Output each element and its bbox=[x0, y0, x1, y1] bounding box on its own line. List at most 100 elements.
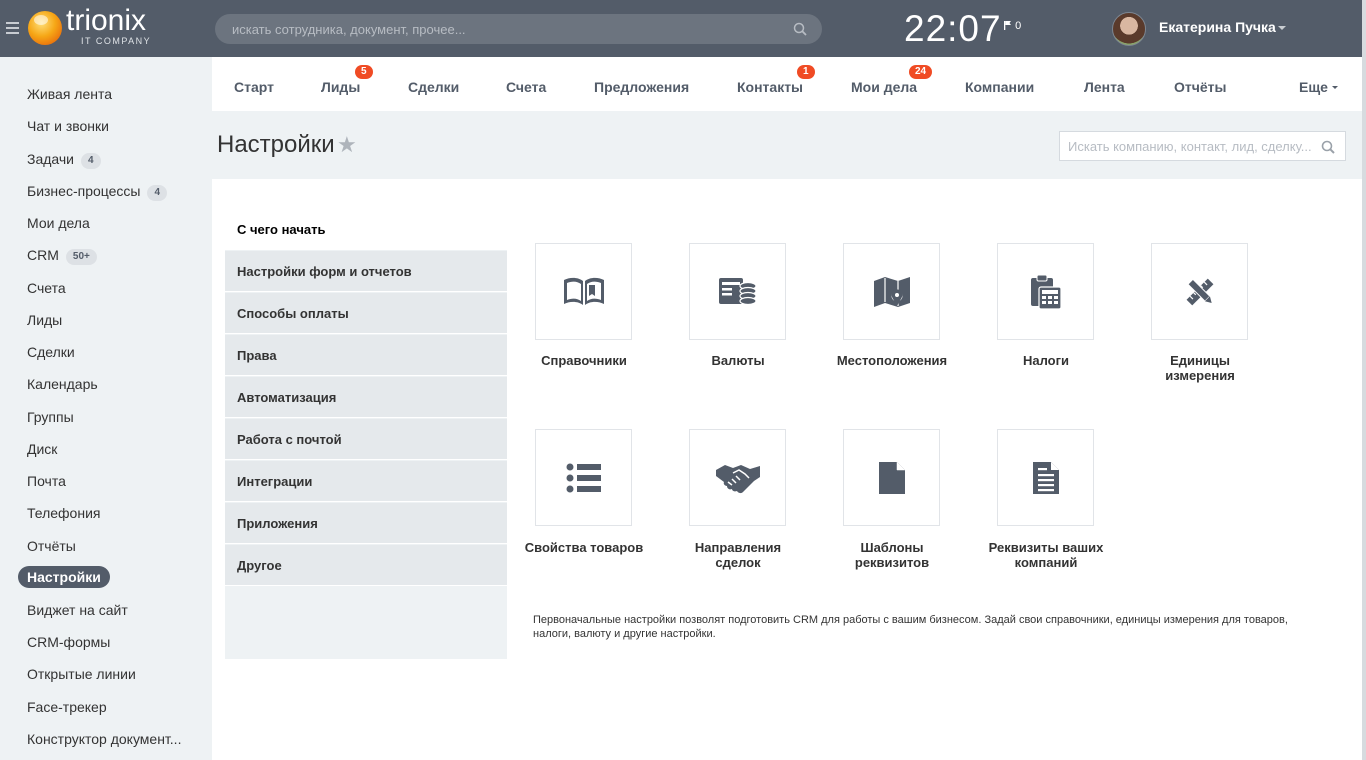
sidebar-item[interactable]: CRM 50+ bbox=[18, 244, 106, 266]
settings-nav-item[interactable]: Автоматизация bbox=[225, 377, 507, 418]
tab[interactable]: Предложения bbox=[594, 79, 689, 95]
search-icon[interactable] bbox=[1321, 140, 1335, 154]
tab[interactable]: Компании bbox=[965, 79, 1034, 95]
search-icon[interactable] bbox=[793, 22, 807, 36]
handshake-icon bbox=[715, 461, 761, 495]
tab[interactable]: Еще bbox=[1299, 79, 1338, 95]
sidebar-item[interactable]: Календарь bbox=[18, 373, 107, 395]
settings-tile-label[interactable]: Валюты bbox=[663, 353, 813, 368]
currency-icon bbox=[718, 276, 758, 308]
sidebar-item[interactable]: Виджет на сайт bbox=[18, 599, 137, 621]
settings-tile-label[interactable]: Единицы измерения bbox=[1140, 353, 1260, 383]
sidebar-item[interactable]: Чат и звонки bbox=[18, 115, 118, 137]
sidebar-item[interactable]: Задачи 4 bbox=[18, 148, 110, 170]
settings-nav-item[interactable]: С чего начать bbox=[225, 209, 507, 250]
settings-nav-item[interactable]: Другое bbox=[225, 545, 507, 586]
notifications[interactable]: 0 bbox=[1004, 20, 1021, 32]
sidebar-item[interactable]: Мои дела bbox=[18, 212, 99, 234]
tab-label: Сделки bbox=[408, 79, 460, 95]
settings-tile[interactable] bbox=[843, 429, 940, 526]
settings-tile[interactable] bbox=[843, 243, 940, 340]
sidebar-item[interactable]: Счета bbox=[18, 277, 75, 299]
menu-toggle-icon[interactable] bbox=[6, 22, 19, 34]
sidebar-item[interactable]: Телефония bbox=[18, 502, 109, 524]
sidebar-item[interactable]: Группы bbox=[18, 406, 83, 428]
book-icon bbox=[562, 276, 606, 308]
settings-tile[interactable] bbox=[997, 429, 1094, 526]
settings-nav-item[interactable]: Интеграции bbox=[225, 461, 507, 502]
settings-tile[interactable] bbox=[535, 243, 632, 340]
settings-description: Первоначальные настройки позволят подгот… bbox=[533, 614, 1288, 640]
settings-nav-item[interactable]: Приложения bbox=[225, 503, 507, 544]
settings-nav-item[interactable]: Настройки форм и отчетов bbox=[225, 251, 507, 292]
tab[interactable]: Лента bbox=[1084, 79, 1125, 95]
sidebar-item[interactable]: Живая лента bbox=[18, 83, 121, 105]
settings-tile-label[interactable]: Налоги bbox=[971, 353, 1121, 368]
sidebar-item-label: Открытые линии bbox=[27, 666, 136, 682]
logo-text[interactable]: trionix bbox=[66, 6, 146, 36]
tab-label: Предложения bbox=[594, 79, 690, 95]
tab-label: Контакты bbox=[737, 79, 804, 95]
tab-label: Еще bbox=[1299, 79, 1328, 95]
settings-tile[interactable] bbox=[1151, 243, 1248, 340]
sidebar-item-label: Мои дела bbox=[27, 215, 90, 231]
avatar[interactable] bbox=[1112, 12, 1146, 46]
global-search-input[interactable] bbox=[215, 14, 822, 44]
tab[interactable]: Старт bbox=[234, 79, 274, 95]
tab-label: Отчёты bbox=[1174, 79, 1227, 95]
sidebar-item-label: CRM-формы bbox=[27, 634, 111, 650]
tab-badge: 5 bbox=[355, 65, 373, 79]
crm-search[interactable] bbox=[1059, 131, 1346, 161]
sidebar-item-label: Группы bbox=[27, 409, 74, 425]
sidebar-item[interactable]: Открытые линии bbox=[18, 663, 145, 685]
user-name[interactable]: Екатерина Пучка bbox=[1159, 19, 1276, 35]
tab[interactable]: Контакты 1 bbox=[737, 65, 815, 95]
tab[interactable]: Мои дела 24 bbox=[851, 65, 933, 95]
sidebar-item[interactable]: CRM-формы bbox=[18, 631, 119, 653]
tab[interactable]: Отчёты bbox=[1174, 79, 1226, 95]
settings-tile-label[interactable]: Направления сделок bbox=[678, 540, 798, 570]
sidebar-item-label: Телефония bbox=[27, 505, 101, 521]
settings-tile[interactable] bbox=[689, 429, 786, 526]
settings-tile[interactable] bbox=[535, 429, 632, 526]
sidebar-item[interactable]: Отчёты bbox=[18, 535, 85, 557]
settings-nav-item[interactable]: Права bbox=[225, 335, 507, 376]
settings-tile[interactable] bbox=[689, 243, 786, 340]
settings-tile-label[interactable]: Реквизиты ваших компаний bbox=[986, 540, 1106, 570]
tab[interactable]: Лиды 5 bbox=[321, 65, 373, 95]
settings-tile[interactable] bbox=[997, 243, 1094, 340]
tab[interactable]: Сделки bbox=[408, 79, 459, 95]
sidebar-item[interactable]: Настройки bbox=[18, 566, 110, 588]
left-menu: Живая лента Чат и звонки Задачи 4 Бизнес-про… bbox=[0, 57, 212, 760]
tab-badge: 1 bbox=[797, 65, 815, 79]
sidebar-item[interactable]: Лиды bbox=[18, 309, 71, 331]
tab-label: Компании bbox=[965, 79, 1035, 95]
sidebar-item[interactable]: Диск bbox=[18, 438, 66, 460]
sidebar-item[interactable]: Сделки bbox=[18, 341, 84, 363]
settings-nav-item[interactable]: Способы оплаты bbox=[225, 293, 507, 334]
sidebar-item[interactable]: Face-трекер bbox=[18, 696, 116, 718]
scrollbar[interactable] bbox=[1362, 0, 1366, 760]
global-search[interactable] bbox=[215, 14, 822, 44]
tab[interactable]: Счета bbox=[506, 79, 546, 95]
settings-tile-label[interactable]: Местоположения bbox=[817, 353, 967, 368]
settings-tile-label[interactable]: Свойства товаров bbox=[509, 540, 659, 555]
sidebar-item[interactable]: Бизнес-процессы 4 bbox=[18, 180, 176, 202]
sidebar-item-count: 4 bbox=[81, 153, 101, 169]
sidebar-item-label: Диск bbox=[27, 441, 58, 457]
settings-tile-label[interactable]: Справочники bbox=[509, 353, 659, 368]
document-text-icon bbox=[1032, 461, 1060, 495]
sidebar-item[interactable]: Конструктор документ... bbox=[18, 728, 190, 750]
sidebar-item-label: Календарь bbox=[27, 376, 98, 392]
flag-icon bbox=[1004, 21, 1011, 30]
page-title: Настройки bbox=[217, 131, 335, 158]
logo-icon[interactable] bbox=[28, 11, 62, 45]
settings-nav-item[interactable]: Работа с почтой bbox=[225, 419, 507, 460]
crm-search-input[interactable] bbox=[1060, 132, 1345, 160]
chevron-down-icon[interactable] bbox=[1278, 26, 1286, 30]
star-icon[interactable]: ★ bbox=[337, 132, 357, 158]
sidebar-item[interactable]: Почта bbox=[18, 470, 75, 492]
settings-tile-label[interactable]: Шаблоны реквизитов bbox=[832, 540, 952, 570]
clock[interactable]: 22:07 bbox=[904, 8, 1002, 50]
top-header: trionix IT COMPANY 22:07 0 Екатерина Пуч… bbox=[0, 0, 1366, 57]
